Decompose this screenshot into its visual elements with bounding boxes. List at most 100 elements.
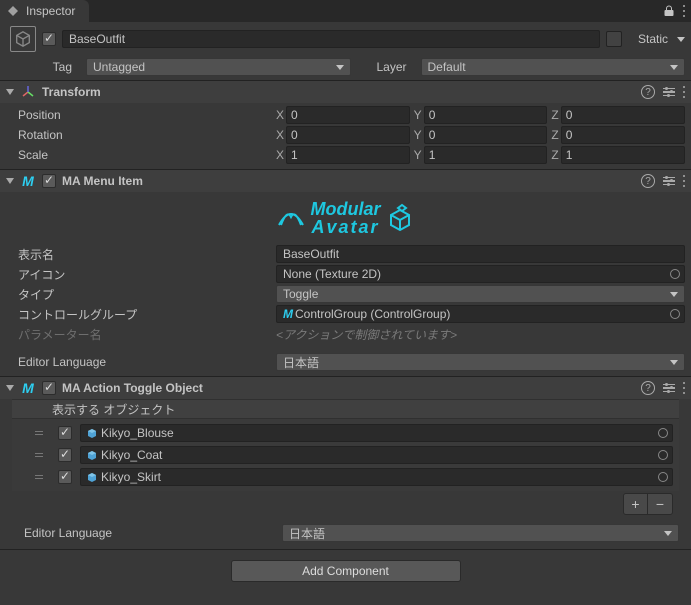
static-checkbox[interactable]	[606, 31, 622, 47]
item-object-field[interactable]: Kikyo_Blouse	[80, 424, 673, 442]
ma-icon: M	[283, 307, 293, 321]
displayname-label: 表示名	[6, 246, 276, 263]
icon-field[interactable]: None (Texture 2D)	[276, 265, 685, 283]
type-label: タイプ	[6, 286, 276, 303]
drag-handle-icon[interactable]	[34, 475, 44, 479]
add-component-row: Add Component	[0, 550, 691, 592]
editor-lang-label: Editor Language	[6, 355, 276, 369]
object-picker-icon[interactable]	[658, 450, 668, 460]
fold-arrow-icon	[6, 178, 14, 184]
toggle-list-header: 表示する オブジェクト	[12, 399, 679, 419]
layer-label: Layer	[357, 60, 415, 74]
displayname-input[interactable]	[276, 245, 685, 263]
static-dropdown-icon[interactable]	[677, 37, 685, 42]
toggle-list: Kikyo_Blouse Kikyo_Coat Kikyo_Skirt	[12, 419, 679, 491]
gameobject-icon[interactable]	[10, 26, 36, 52]
scale-z-input[interactable]	[561, 146, 685, 164]
remove-item-button[interactable]: −	[648, 494, 672, 514]
scale-x-input[interactable]	[286, 146, 410, 164]
rotation-label: Rotation	[6, 128, 276, 142]
controlgroup-label: コントロールグループ	[6, 306, 276, 323]
drag-handle-icon[interactable]	[34, 453, 44, 457]
component-menu-icon[interactable]	[683, 86, 685, 98]
item-checkbox[interactable]	[58, 426, 72, 440]
ma-menu-header[interactable]: M MA Menu Item ?	[0, 170, 691, 192]
controlgroup-field[interactable]: MControlGroup (ControlGroup)	[276, 305, 685, 323]
object-picker-icon[interactable]	[670, 309, 680, 319]
transform-header[interactable]: Transform ?	[0, 81, 691, 103]
preset-icon[interactable]	[663, 88, 675, 97]
fold-arrow-icon	[6, 89, 14, 95]
transform-title: Transform	[42, 85, 635, 99]
item-checkbox[interactable]	[58, 448, 72, 462]
component-menu-icon[interactable]	[683, 382, 685, 394]
tab-menu-icon[interactable]	[683, 5, 685, 17]
position-x-input[interactable]	[286, 106, 410, 124]
paramname-placeholder: <アクションで制御されています>	[276, 326, 457, 343]
rotation-x-input[interactable]	[286, 126, 410, 144]
ma-menu-title: MA Menu Item	[62, 174, 635, 188]
help-icon[interactable]: ?	[641, 381, 655, 395]
item-object-field[interactable]: Kikyo_Coat	[80, 446, 673, 464]
type-select[interactable]: Toggle	[276, 285, 685, 303]
gameobject-icon	[87, 428, 97, 438]
ma-action-body: 表示する オブジェクト Kikyo_Blouse Kikyo_Coat Kiky…	[0, 399, 691, 549]
help-icon[interactable]: ?	[641, 85, 655, 99]
tag-label: Tag	[32, 60, 80, 74]
gameobject-icon	[87, 472, 97, 482]
position-row: Position X Y Z	[6, 105, 685, 125]
editor-lang-select[interactable]: 日本語	[276, 353, 685, 371]
lock-icon[interactable]	[663, 5, 675, 17]
tag-layer-row: Tag Untagged Layer Default	[0, 56, 691, 80]
layer-select[interactable]: Default	[421, 58, 686, 76]
component-menu-icon[interactable]	[683, 175, 685, 187]
tag-value: Untagged	[93, 60, 145, 74]
static-label: Static	[638, 32, 668, 46]
ma-action-header[interactable]: M MA Action Toggle Object ?	[0, 377, 691, 399]
add-item-button[interactable]: +	[624, 494, 648, 514]
position-label: Position	[6, 108, 276, 122]
fold-arrow-icon	[6, 385, 14, 391]
list-item: Kikyo_Skirt	[34, 466, 673, 488]
inspector-tab-label: Inspector	[26, 4, 75, 18]
ma-menu-enabled-checkbox[interactable]	[42, 174, 56, 188]
tag-select[interactable]: Untagged	[86, 58, 351, 76]
rotation-z-input[interactable]	[561, 126, 685, 144]
item-object-field[interactable]: Kikyo_Skirt	[80, 468, 673, 486]
position-z-input[interactable]	[561, 106, 685, 124]
scale-label: Scale	[6, 148, 276, 162]
ma-action-enabled-checkbox[interactable]	[42, 381, 56, 395]
preset-icon[interactable]	[663, 384, 675, 393]
transform-icon	[20, 84, 36, 100]
drag-handle-icon[interactable]	[34, 431, 44, 435]
ma-menu-body: ModularAvatar 表示名 アイコン None (Texture 2D)…	[0, 192, 691, 376]
preset-icon[interactable]	[663, 177, 675, 186]
position-y-input[interactable]	[424, 106, 548, 124]
editor-lang-label-2: Editor Language	[12, 526, 282, 540]
object-picker-icon[interactable]	[670, 269, 680, 279]
scale-y-input[interactable]	[424, 146, 548, 164]
object-picker-icon[interactable]	[658, 428, 668, 438]
tab-bar: Inspector	[0, 0, 691, 22]
ma-action-title: MA Action Toggle Object	[62, 381, 635, 395]
ma-icon: M	[20, 173, 36, 189]
layer-value: Default	[428, 60, 466, 74]
icon-label: アイコン	[6, 266, 276, 283]
rotation-y-input[interactable]	[424, 126, 548, 144]
paramname-label: パラメーター名	[6, 326, 276, 343]
editor-lang-select-2[interactable]: 日本語	[282, 524, 679, 542]
inspector-tab[interactable]: Inspector	[0, 0, 89, 22]
add-component-button[interactable]: Add Component	[231, 560, 461, 582]
transform-body: Position X Y Z Rotation X Y Z Scale X Y …	[0, 103, 691, 169]
scale-row: Scale X Y Z	[6, 145, 685, 165]
item-checkbox[interactable]	[58, 470, 72, 484]
rotation-row: Rotation X Y Z	[6, 125, 685, 145]
gameobject-header: Static	[0, 22, 691, 56]
gameobject-name-input[interactable]	[62, 30, 600, 48]
help-icon[interactable]: ?	[641, 174, 655, 188]
gameobject-icon	[87, 450, 97, 460]
object-picker-icon[interactable]	[658, 472, 668, 482]
gameobject-enabled-checkbox[interactable]	[42, 32, 56, 46]
list-footer: + −	[12, 491, 679, 517]
list-item: Kikyo_Blouse	[34, 422, 673, 444]
